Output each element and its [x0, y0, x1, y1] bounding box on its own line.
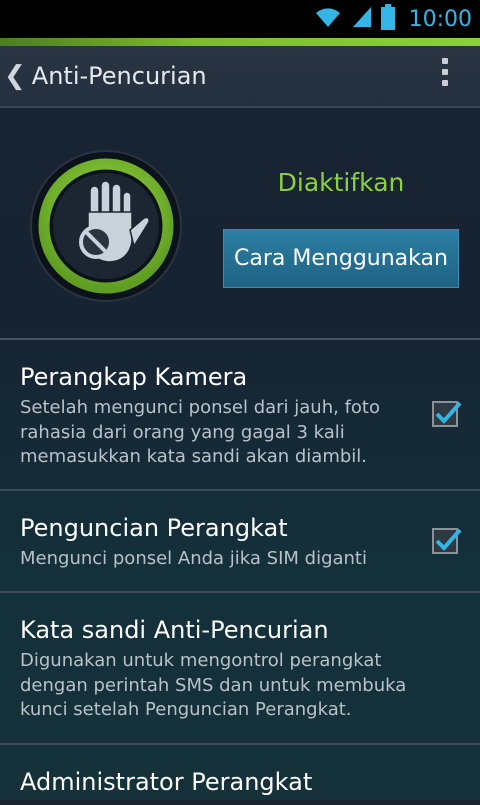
wifi-icon — [313, 5, 343, 33]
page-title[interactable]: Anti-Pencurian — [32, 62, 207, 90]
hand-stop-icon — [30, 150, 182, 302]
setting-description: Digunakan untuk mengontrol perangkat den… — [20, 650, 407, 720]
status-label: Diaktifkan — [277, 168, 405, 197]
setting-anti-theft-password[interactable]: Kata sandi Anti-Pencurian Digunakan untu… — [0, 593, 480, 745]
action-bar: ❮ Anti-Pencurian — [0, 46, 480, 108]
checkmark-icon — [435, 528, 462, 551]
chevron-left-icon[interactable]: ❮ — [4, 61, 26, 91]
signal-icon — [351, 5, 373, 33]
how-to-use-button[interactable]: Cara Menggunakan — [223, 229, 459, 288]
accent-divider — [0, 38, 480, 46]
overflow-menu-icon[interactable] — [442, 58, 448, 86]
checkmark-icon — [435, 401, 462, 424]
status-bar: 10:00 — [0, 0, 480, 38]
camera-trap-checkbox[interactable] — [432, 401, 462, 427]
setting-camera-trap[interactable]: Perangkap Kamera Setelah mengunci ponsel… — [0, 340, 480, 491]
anti-theft-status-panel: Diaktifkan Cara Menggunakan — [0, 110, 480, 340]
battery-icon — [380, 4, 395, 34]
setting-title: Penguncian Perangkat — [20, 514, 288, 542]
setting-device-lock[interactable]: Penguncian Perangkat Mengunci ponsel And… — [0, 491, 480, 593]
setting-device-administrator[interactable]: Administrator Perangkat — [0, 745, 480, 805]
setting-description: Setelah mengunci ponsel dari jauh, foto … — [20, 397, 380, 467]
setting-title: Administrator Perangkat — [20, 768, 313, 796]
device-lock-checkbox[interactable] — [432, 528, 462, 554]
setting-description: Mengunci ponsel Anda jika SIM diganti — [20, 548, 367, 569]
status-time: 10:00 — [408, 6, 472, 32]
setting-title: Kata sandi Anti-Pencurian — [20, 616, 329, 644]
setting-title: Perangkap Kamera — [20, 363, 248, 391]
